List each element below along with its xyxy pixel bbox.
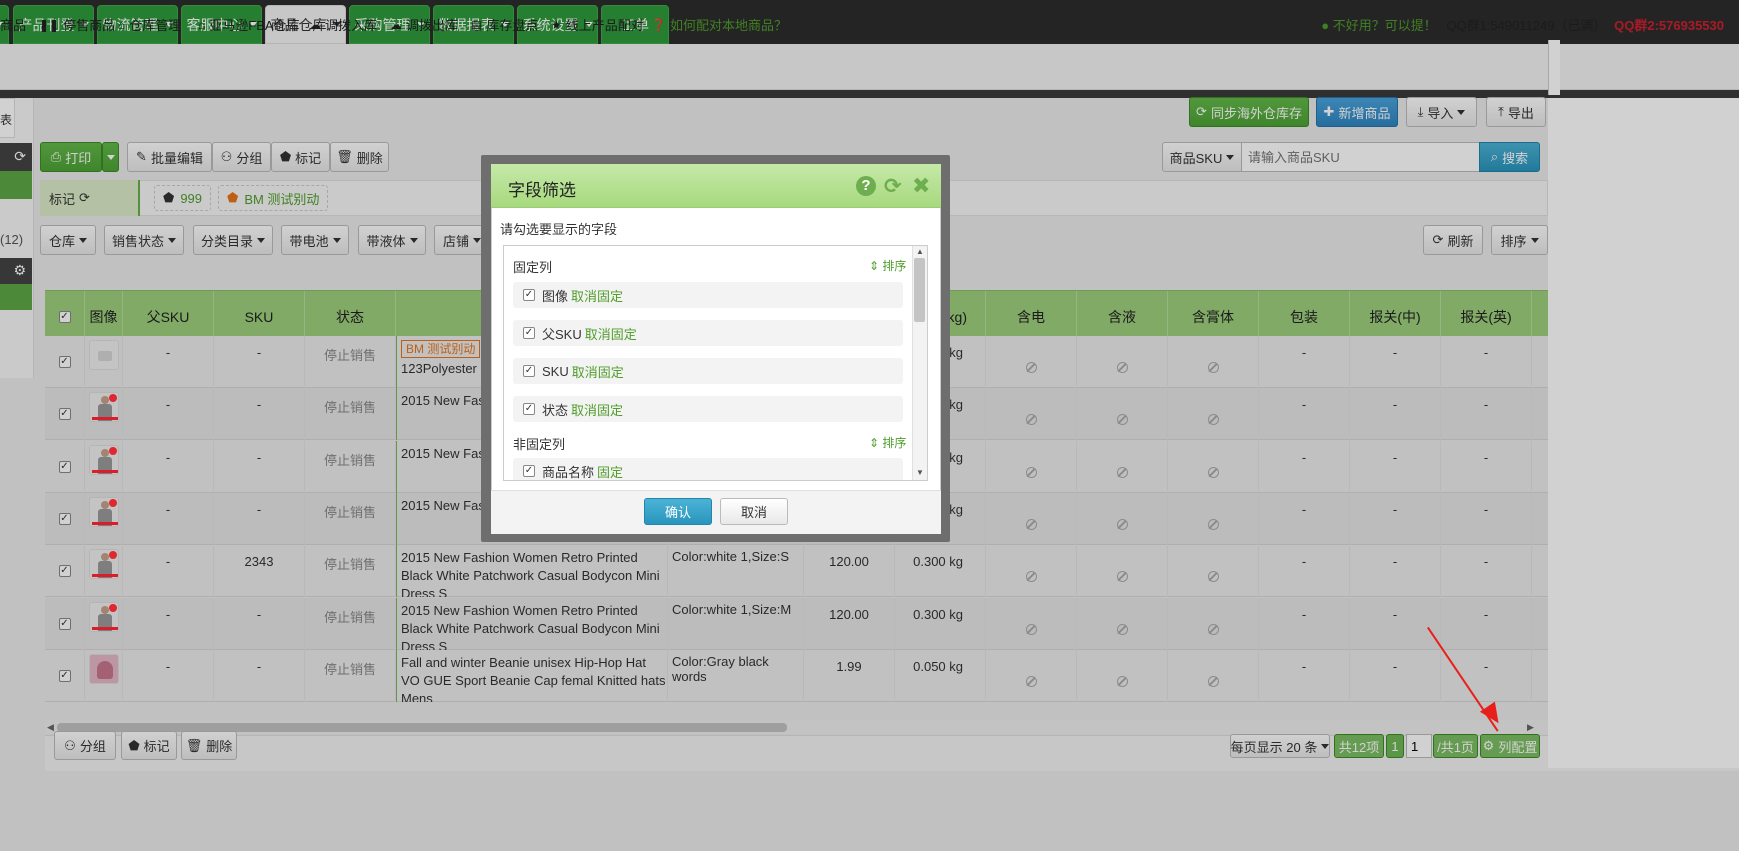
field-item-status[interactable]: ✓ 状态 取消固定 [513,396,903,422]
field-item-sku[interactable]: ✓ SKU 取消固定 [513,358,903,384]
dialog-instruction: 请勾选要显示的字段 [500,222,618,237]
close-icon[interactable]: ✖ [912,173,930,199]
fixed-section-title: 固定列 [513,260,553,275]
dialog-footer [491,490,941,534]
fixed-sort-link[interactable]: ⇕ 排序 [869,257,906,274]
field-list-scroll-thumb[interactable] [914,258,925,322]
field-item-parent-sku[interactable]: ✓ 父SKU 取消固定 [513,320,903,346]
refresh-icon[interactable]: ⟳ [884,174,902,199]
field-item-image[interactable]: ✓ 图像 取消固定 [513,282,903,308]
confirm-button[interactable]: 确认 [644,498,712,525]
scroll-up-icon[interactable]: ▲ [916,247,924,256]
nonfixed-sort-link[interactable]: ⇕ 排序 [869,434,906,451]
help-icon[interactable]: ? [856,176,876,196]
scroll-down-icon[interactable]: ▼ [916,468,924,477]
field-item-product-name[interactable]: ✓ 商品名称 固定 [513,458,903,480]
nonfixed-section-title: 非固定列 [513,437,566,452]
dialog-title: 字段筛选 [508,181,576,200]
cancel-button[interactable]: 取消 [720,498,788,525]
field-list: 固定列 ⇕ 排序 ✓ 图像 取消固定 ✓ 父SKU 取消固定 ✓ SKU 取消固定 ✓ 状态取… [503,245,928,481]
